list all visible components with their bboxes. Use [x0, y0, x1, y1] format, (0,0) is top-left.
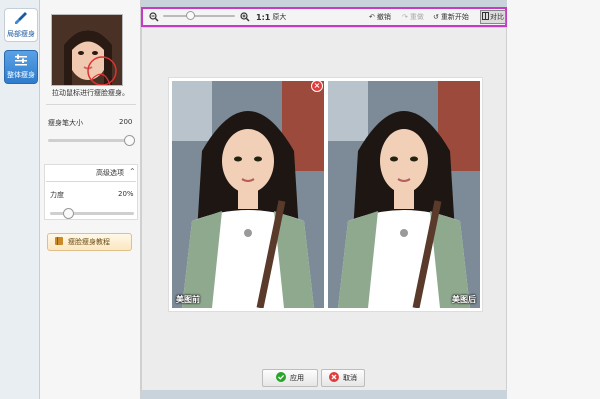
left-rail: 局部瘦身 整体瘦身 [0, 0, 40, 399]
rail-item-overall-slim[interactable]: 整体瘦身 [4, 50, 38, 84]
undo-button[interactable]: ↶ 撤销 [369, 11, 391, 23]
original-size-label: 原大 [272, 13, 287, 21]
brush-size-value: 200 [119, 118, 133, 126]
strength-thumb[interactable] [63, 208, 74, 219]
advanced-options-title[interactable]: 高级选项 [96, 168, 124, 178]
rail-item-label: 整体瘦身 [7, 71, 35, 79]
advanced-divider [46, 181, 136, 182]
compare-button[interactable]: 对比 [480, 10, 506, 24]
zoom-in-icon[interactable] [240, 11, 250, 23]
zoom-track[interactable] [163, 15, 235, 17]
redo-icon: ↷ [402, 13, 408, 21]
restart-button[interactable]: ↺ 重新开始 [433, 11, 469, 23]
book-icon [54, 236, 64, 248]
before-label: 美图前 [176, 295, 200, 304]
restart-icon: ↺ [433, 13, 439, 21]
brush-size-label: 瘦身笔大小 [48, 119, 83, 127]
cancel-label: 取消 [343, 374, 357, 382]
ratio-text: 1:1 [256, 12, 271, 22]
compare-label: 对比 [490, 13, 504, 21]
preview-frame: 美图前 美图后 [168, 77, 483, 312]
panel-divider [46, 104, 136, 105]
after-label: 美图后 [452, 295, 476, 304]
instruction-text: 拉动鼠标进行瘦脸瘦身。 [52, 89, 129, 97]
restart-label: 重新开始 [440, 13, 469, 21]
brush-icon [14, 11, 28, 27]
tutorial-button[interactable]: 瘦脸瘦身教程 [47, 233, 132, 251]
strength-value: 20% [118, 190, 134, 198]
cancel-button[interactable]: 取消 [321, 369, 365, 387]
rail-item-local-slim[interactable]: 局部瘦身 [4, 8, 38, 42]
redo-button[interactable]: ↷ 重做 [402, 11, 424, 23]
original-size-button[interactable]: 1:1 原大 [256, 11, 286, 23]
brush-size-track[interactable] [48, 139, 132, 142]
redo-label: 重做 [409, 13, 424, 21]
sliders-icon [14, 54, 28, 68]
right-gutter [507, 0, 600, 399]
rail-item-label: 局部瘦身 [7, 30, 35, 38]
brush-size-thumb[interactable] [124, 135, 135, 146]
apply-label: 应用 [290, 374, 304, 382]
zoom-thumb[interactable] [186, 11, 195, 20]
check-icon [276, 372, 286, 384]
compare-icon [482, 12, 489, 22]
chevron-up-icon[interactable]: ⌃ [129, 167, 136, 176]
undo-label: 撤销 [376, 13, 391, 21]
apply-button[interactable]: 应用 [262, 369, 318, 387]
zoom-out-icon[interactable] [149, 11, 159, 23]
face-thumbnail [51, 14, 123, 86]
undo-icon: ↶ [369, 13, 375, 21]
strength-label: 力度 [50, 191, 64, 199]
preview-toolbar: 1:1 原大 ↶ 撤销 ↷ 重做 ↺ 重新开始 对比 [141, 7, 507, 27]
tutorial-label: 瘦脸瘦身教程 [68, 238, 110, 246]
cancel-x-icon [329, 372, 339, 384]
after-photo: 美图后 [328, 81, 480, 308]
close-icon[interactable]: × [311, 80, 323, 92]
before-photo: 美图前 [172, 81, 324, 308]
